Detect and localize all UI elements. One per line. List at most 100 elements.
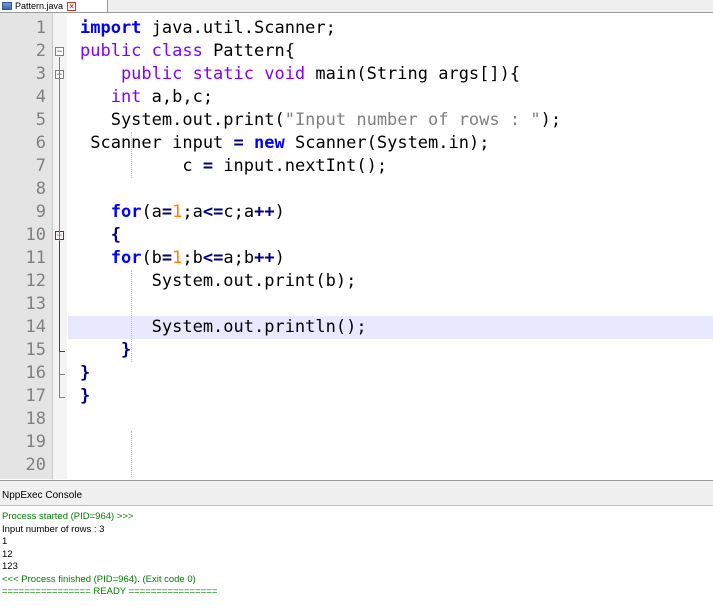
code-line[interactable]: 20 — [0, 454, 713, 477]
code-editor[interactable]: 1 import java.util.Scanner; 2 public class … — [0, 13, 713, 479]
fold-line — [59, 240, 60, 351]
line-number: 7 — [35, 156, 46, 176]
code-token: for — [110, 202, 142, 222]
code-token: "Input number of rows : " — [284, 110, 541, 130]
console-line: Process started (PID=964) >>> — [2, 511, 134, 522]
code-token: input.nextInt(); — [213, 156, 388, 176]
code-token: ;b — [182, 248, 203, 268]
code-line[interactable]: 19 — [0, 431, 713, 454]
code-line[interactable]: 18 — [0, 408, 713, 431]
code-line[interactable]: 15 } — [0, 339, 713, 362]
code-line-area — [68, 178, 713, 201]
code-line[interactable]: 4 int a,b,c; — [0, 86, 713, 109]
line-number: 17 — [25, 386, 46, 406]
line-number: 10 — [25, 225, 46, 245]
fold-end-tick — [59, 350, 65, 352]
code-token: ++ — [254, 248, 275, 268]
console-line: <<< Process finished (PID=964). (Exit co… — [2, 573, 196, 585]
line-number: 5 — [35, 110, 46, 130]
code-token: import — [80, 18, 142, 38]
code-line[interactable]: 3 public static void main(String args[])… — [0, 63, 713, 86]
console-line: Input number of rows : 3 — [2, 523, 105, 535]
code-token: = — [161, 202, 173, 222]
code-line-area: System.out.print("Input number of rows :… — [68, 109, 713, 132]
close-icon[interactable]: × — [67, 1, 77, 11]
code-token: for — [110, 248, 142, 268]
code-line-area: import java.util.Scanner; — [68, 17, 713, 40]
line-number: 4 — [35, 87, 46, 107]
code-line-area — [68, 408, 713, 431]
code-line[interactable]: 12 System.out.print(b); — [0, 270, 713, 293]
file-icon — [2, 2, 12, 10]
code-line[interactable]: 9 for(a=1;a<=c;a++) — [0, 201, 713, 224]
line-number: 14 — [25, 317, 46, 337]
code-token: <= — [202, 202, 224, 222]
code-token: System.out.println(); — [80, 317, 367, 337]
line-number: 18 — [25, 409, 46, 429]
code-text: int a,b,c; — [80, 86, 213, 109]
code-line-area: public static void main(String args[]){ — [68, 63, 713, 86]
indent-guide — [131, 431, 132, 477]
code-token: } — [80, 386, 91, 406]
fold-toggle-icon[interactable]: − — [55, 46, 64, 56]
code-token: new — [254, 133, 285, 153]
code-text: System.out.print("Input number of rows :… — [80, 109, 561, 132]
code-line[interactable]: 13 — [0, 293, 713, 316]
code-line[interactable]: 14 System.out.println(); — [0, 316, 713, 339]
code-line-area — [68, 293, 713, 316]
line-number: 8 — [35, 179, 46, 199]
code-token: (b — [141, 248, 162, 268]
code-line[interactable]: 10 { — [0, 224, 713, 247]
line-number: 6 — [35, 133, 46, 153]
code-text: for(b=1;b<=a;b++) — [80, 247, 285, 270]
code-line[interactable]: 8 — [0, 178, 713, 201]
code-line-area: { — [68, 224, 713, 247]
code-token: <= — [202, 248, 224, 268]
code-line[interactable]: 5 System.out.print("Input number of rows… — [0, 109, 713, 132]
code-text: public static void main(String args[]){ — [80, 63, 520, 86]
line-number: 1 — [35, 18, 46, 38]
code-text: Scanner input = new Scanner(System.in); — [80, 132, 489, 155]
console-title: NppExec Console — [2, 490, 83, 501]
code-line-area: for(b=1;b<=a;b++) — [68, 247, 713, 270]
tab-pattern-java[interactable]: Pattern.java × — [0, 0, 108, 12]
console-output[interactable]: Process started (PID=964) >>> Input numbe… — [0, 507, 713, 615]
code-token: = — [233, 133, 244, 153]
code-token: (a — [141, 202, 162, 222]
code-text: System.out.println(); — [80, 316, 367, 339]
code-token: Scanner input — [80, 133, 234, 153]
tab-label: Pattern.java — [15, 1, 64, 11]
code-line-area: } — [68, 362, 713, 385]
code-token: { — [80, 225, 121, 245]
code-line-area: System.out.print(b); — [68, 270, 713, 293]
line-number: 19 — [25, 432, 46, 452]
code-text: } — [80, 362, 90, 385]
code-line[interactable]: 11 for(b=1;b<=a;b++) — [0, 247, 713, 270]
code-line[interactable]: 7 c = input.nextInt(); — [0, 155, 713, 178]
line-number: 11 — [25, 248, 46, 268]
code-token: a;b — [223, 248, 255, 268]
code-token: = — [161, 248, 173, 268]
code-line[interactable]: 1 import java.util.Scanner; — [0, 17, 713, 40]
code-token: main(String args[]){ — [305, 64, 521, 84]
console-line: ================ READY ================ — [2, 586, 218, 597]
code-line[interactable]: 16} — [0, 362, 713, 385]
code-line-area: } — [68, 339, 713, 362]
code-token: System.out.print( — [80, 110, 285, 130]
indent-guide — [131, 270, 132, 362]
code-token: a,b,c; — [141, 87, 214, 107]
code-line[interactable]: 17} — [0, 385, 713, 408]
line-number: 16 — [25, 363, 46, 383]
code-text: c = input.nextInt(); — [80, 155, 387, 178]
code-text: System.out.print(b); — [80, 270, 357, 293]
code-line-area: Scanner input = new Scanner(System.in); — [68, 132, 713, 155]
tab-bar: Pattern.java × — [0, 0, 713, 13]
fold-end-tick — [59, 373, 65, 375]
indent-guide — [131, 132, 132, 178]
code-line[interactable]: 2 public class Pattern{ — [0, 40, 713, 63]
line-number: 13 — [25, 294, 46, 314]
code-text: } — [80, 339, 131, 362]
code-line[interactable]: 6 Scanner input = new Scanner(System.in)… — [0, 132, 713, 155]
